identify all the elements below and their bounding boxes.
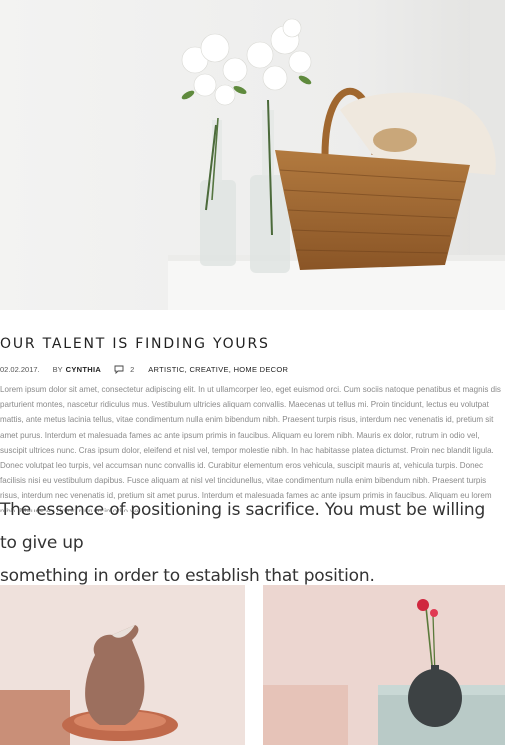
- post-meta: 02.02.2017. BY CYNTHIA 2 ARTISTIC, CREAT…: [0, 365, 288, 374]
- post-date[interactable]: 02.02.2017.: [0, 365, 40, 374]
- quote-line-1: The essence of positioning is sacrifice.…: [0, 500, 486, 553]
- gallery-image-pitcher-graphic: [0, 585, 245, 745]
- post-author[interactable]: CYNTHIA: [66, 365, 101, 374]
- post-excerpt: Lorem ipsum dolor sit amet, consectetur …: [0, 385, 501, 512]
- post-title[interactable]: OUR TALENT IS FINDING YOURS: [0, 336, 270, 352]
- featured-image-graphic: [0, 0, 505, 310]
- gallery-image-vase[interactable]: [263, 585, 505, 745]
- speech-bubble-icon[interactable]: [114, 365, 124, 374]
- post-categories[interactable]: ARTISTIC, CREATIVE, HOME DECOR: [148, 365, 288, 374]
- comments-count[interactable]: 2: [130, 365, 134, 374]
- by-label: BY: [52, 365, 63, 374]
- gallery-image-vase-graphic: [263, 585, 505, 745]
- gallery-image-pitcher[interactable]: [0, 585, 245, 745]
- featured-image[interactable]: [0, 0, 505, 310]
- post-quote: The essence of positioning is sacrifice.…: [0, 494, 505, 593]
